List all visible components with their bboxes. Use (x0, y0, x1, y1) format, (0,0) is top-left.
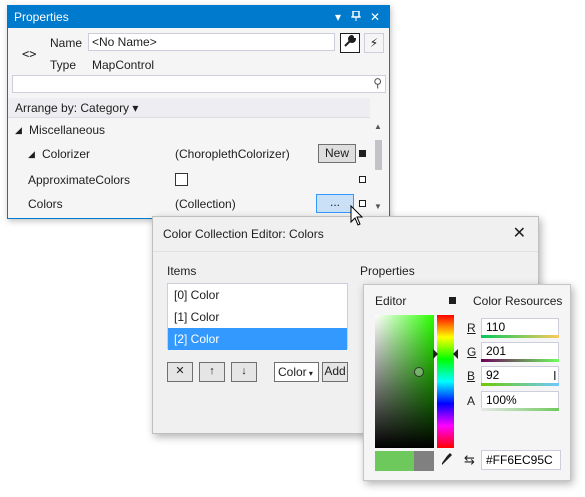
type-label: Type (50, 58, 77, 72)
red-gradient (481, 335, 559, 338)
items-list[interactable]: [0] Color [1] Color [2] Color (167, 283, 348, 350)
dialog-title: Color Collection Editor: Colors (163, 227, 324, 241)
hue-marker-right-icon[interactable] (453, 349, 458, 359)
ellipsis-button[interactable]: ... (316, 194, 354, 213)
wrench-icon[interactable] (340, 33, 360, 53)
items-label: Items (167, 264, 197, 278)
properties-label: Properties (360, 264, 415, 278)
properties-title: Properties (14, 10, 69, 24)
property-marker-icon[interactable] (359, 176, 366, 183)
property-row-colors[interactable]: Colors (Collection) ... (8, 192, 370, 216)
blue-input[interactable] (481, 366, 559, 384)
scrollbar-thumb[interactable] (375, 140, 382, 170)
green-channel: G (467, 342, 562, 364)
collapse-arrow-icon[interactable]: ◢ (15, 125, 22, 136)
property-marker-icon[interactable] (359, 150, 366, 157)
blue-label: B (467, 369, 476, 383)
property-row-colorizer[interactable]: ◢ Colorizer (ChoroplethColorizer) New (8, 142, 370, 166)
lightning-icon[interactable]: ⚡ (364, 33, 384, 53)
hue-slider[interactable] (437, 315, 454, 448)
pin-icon[interactable] (348, 9, 364, 25)
saturation-value-area[interactable] (375, 315, 434, 448)
arrange-by-bar[interactable]: Arrange by: Category ▾ (8, 98, 370, 118)
add-button[interactable]: Add (322, 362, 348, 382)
blue-channel: B (467, 366, 562, 388)
color-handle[interactable] (414, 367, 424, 377)
properties-titlebar[interactable]: Properties ▾ ✕ (8, 6, 389, 28)
text-cursor-icon: I (553, 368, 557, 383)
red-channel: R (467, 318, 562, 340)
green-gradient (481, 359, 559, 362)
swap-icon[interactable]: ⇆ (464, 452, 475, 468)
search-input[interactable]: ⚲ (12, 75, 386, 93)
properties-header: <> Name ⚡ Type MapControl (8, 28, 389, 78)
tab-marker-icon (449, 297, 456, 304)
new-button[interactable]: New (318, 144, 356, 163)
remove-button[interactable]: ✕ (167, 362, 193, 382)
tab-editor[interactable]: Editor (375, 294, 406, 308)
property-grid: ◢ Miscellaneous ◢ Colorizer (ChoroplethC… (8, 118, 370, 218)
property-name: Colorizer (42, 147, 91, 161)
list-item[interactable]: [2] Color (168, 328, 347, 350)
alpha-channel: A (467, 391, 562, 413)
hex-input[interactable] (481, 450, 561, 470)
alpha-label: A (467, 394, 476, 408)
property-name: Colors (28, 197, 63, 211)
approximate-colors-checkbox[interactable] (175, 173, 188, 186)
red-label: R (467, 321, 476, 335)
close-icon[interactable]: ✕ (367, 9, 383, 25)
scroll-down-icon[interactable]: ▼ (374, 202, 382, 211)
vertical-scrollbar[interactable]: ▲ ▼ (370, 98, 387, 216)
red-input[interactable] (481, 318, 559, 336)
scroll-up-icon[interactable]: ▲ (374, 122, 382, 131)
move-down-button[interactable]: ↓ (231, 362, 257, 382)
color-picker-popup: Editor Color Resources R G B A I ⇆ (363, 284, 571, 481)
search-icon[interactable]: ⚲ (373, 76, 382, 90)
property-row-approximatecolors[interactable]: ApproximateColors (8, 168, 370, 192)
move-up-button[interactable]: ↑ (199, 362, 225, 382)
alpha-gradient (481, 408, 559, 411)
arrange-by-label[interactable]: Arrange by: Category ▾ (15, 101, 138, 115)
divider (153, 251, 538, 252)
dropdown-arrow-icon[interactable]: ▾ (330, 9, 346, 25)
color-type-dropdown[interactable]: Color ▾ (274, 362, 319, 382)
green-input[interactable] (481, 342, 559, 360)
new-color-swatch (375, 451, 414, 471)
blue-gradient (481, 383, 559, 386)
close-icon[interactable]: ✕ (513, 223, 526, 243)
expand-arrow-icon[interactable]: ◢ (28, 149, 35, 160)
old-color-swatch[interactable] (414, 451, 434, 471)
property-value: (Collection) (175, 197, 236, 211)
properties-window: Properties ▾ ✕ <> Name ⚡ Type MapControl… (7, 5, 390, 219)
list-item[interactable]: [1] Color (168, 306, 347, 328)
list-item[interactable]: [0] Color (168, 284, 347, 306)
category-label: Miscellaneous (29, 123, 106, 137)
code-icon: <> (22, 47, 37, 61)
mouse-cursor-icon (350, 205, 364, 226)
name-label: Name (50, 36, 83, 50)
hue-marker-left-icon[interactable] (433, 349, 438, 359)
name-input[interactable] (88, 33, 335, 51)
eyedropper-icon[interactable] (441, 452, 453, 469)
alpha-input[interactable] (481, 391, 559, 409)
property-value: (ChoroplethColorizer) (175, 147, 290, 161)
type-value: MapControl (92, 58, 155, 72)
property-name: ApproximateColors (28, 173, 131, 187)
category-row[interactable]: ◢ Miscellaneous (8, 118, 370, 142)
green-label: G (467, 345, 477, 359)
tab-color-resources[interactable]: Color Resources (473, 294, 562, 308)
